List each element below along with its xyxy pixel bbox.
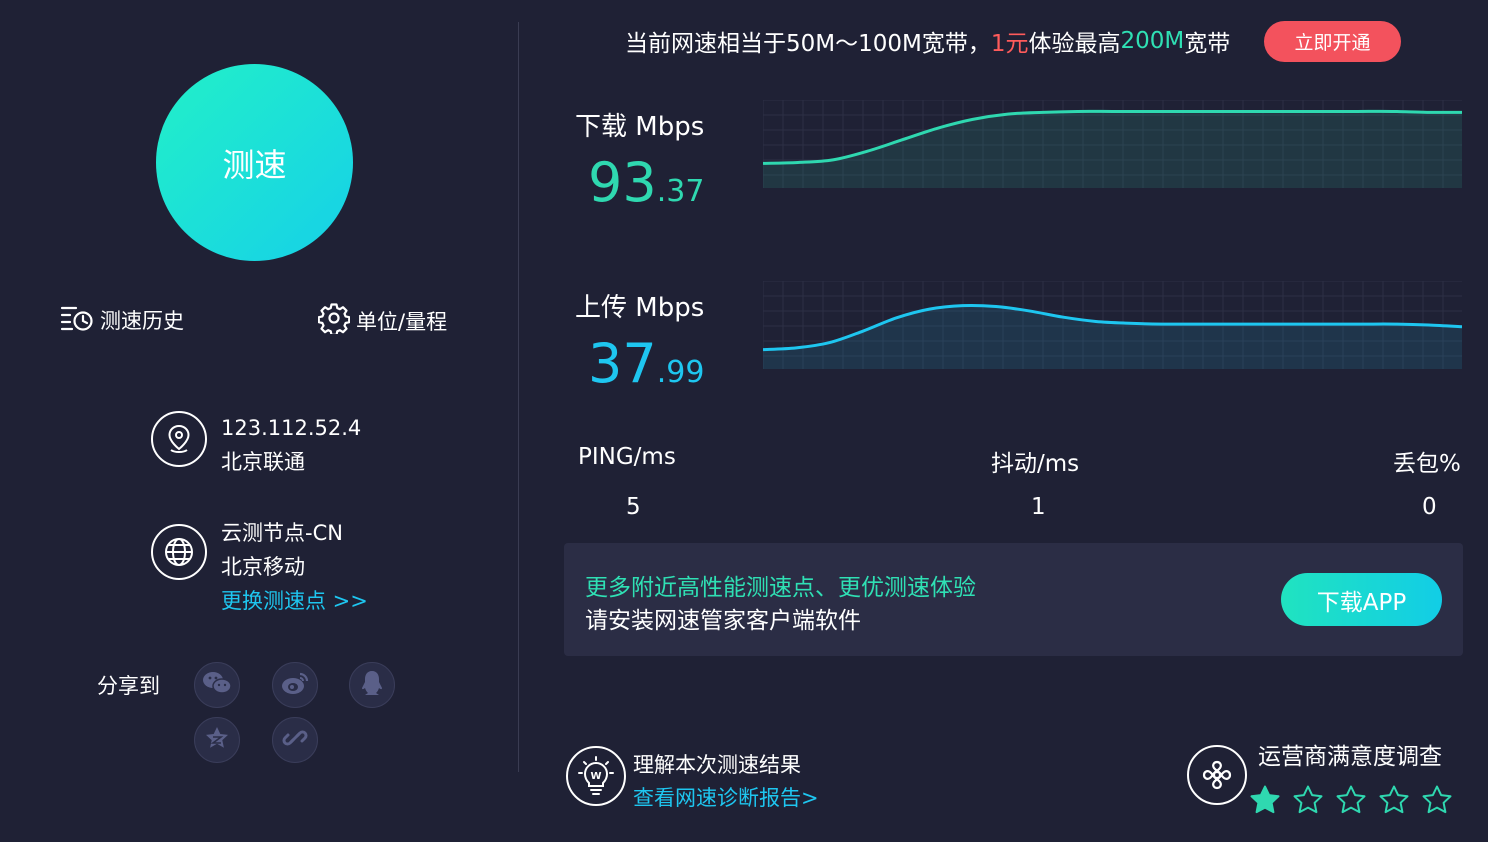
banner-middle: 体验最高 (1028, 31, 1121, 57)
download-speed-int: 93 (588, 151, 657, 214)
loss-value: 0 (1422, 494, 1437, 520)
jitter-label: 抖动/ms (991, 451, 1080, 477)
history-button[interactable]: 测速历史 (60, 302, 184, 337)
download-speed: 93.37 (588, 156, 704, 219)
ping-label: PING/ms (578, 444, 676, 470)
panel-divider (518, 22, 519, 772)
report-link[interactable]: 查看网速诊断报告> (633, 782, 819, 812)
banner-suffix: 宽带 (1184, 31, 1231, 57)
upload-label: 上传 Mbps (575, 293, 705, 323)
start-test-label: 测速 (222, 145, 287, 184)
download-label: 下载 Mbps (575, 112, 705, 142)
wechat-icon (202, 670, 232, 700)
open-now-button[interactable]: 立即开通 (1264, 21, 1401, 62)
qq-share-button[interactable] (349, 662, 395, 708)
rating-star-icon[interactable] (1421, 784, 1453, 816)
weibo-share-button[interactable] (272, 662, 318, 708)
upgrade-banner: 当前网速相当于50M～100M宽带， 1元 体验最高 200M 宽带 (625, 24, 1230, 58)
banner-prefix: 当前网速相当于50M～100M宽带， (625, 31, 991, 57)
node-name: 云测节点-CN (221, 521, 343, 545)
download-speed-dec: .37 (656, 174, 705, 209)
units-button[interactable]: 单位/量程 (317, 302, 448, 339)
wechat-share-button[interactable] (194, 662, 240, 708)
rating-star-icon[interactable] (1378, 784, 1410, 816)
link-icon (282, 725, 308, 755)
banner-highlight: 200M (1120, 28, 1185, 54)
download-chart (763, 100, 1462, 188)
download-app-button[interactable]: 下载APP (1281, 573, 1442, 626)
rating-star-icon[interactable] (1292, 784, 1324, 816)
node-isp: 北京移动 (221, 555, 305, 579)
ping-value: 5 (626, 494, 641, 520)
lightbulb-icon: W (566, 746, 626, 806)
upload-speed-int: 37 (588, 332, 657, 395)
svg-text:W: W (590, 771, 601, 782)
start-test-button[interactable]: 测速 (156, 64, 353, 261)
promo-card: 更多附近高性能测速点、更优测速体验 请安装网速管家客户端软件 下载APP (564, 543, 1463, 656)
star-icon (203, 724, 231, 756)
isp-name: 北京联通 (221, 450, 305, 474)
unicom-logo-icon (1187, 745, 1247, 805)
units-label: 单位/量程 (356, 309, 448, 334)
promo-subtext: 请安装网速管家客户端软件 (585, 608, 861, 634)
banner-price: 1元 (990, 31, 1029, 57)
qq-icon (360, 669, 384, 701)
upload-speed: 37.99 (588, 337, 704, 400)
ip-info: 123.112.52.4 北京联通 (151, 411, 361, 479)
upload-speed-dec: .99 (656, 355, 705, 390)
loss-label: 丢包% (1393, 451, 1461, 477)
understand-title: 理解本次测速结果 (633, 753, 801, 777)
copy-link-button[interactable] (272, 717, 318, 763)
rating-star-icon[interactable] (1335, 784, 1367, 816)
ip-address: 123.112.52.4 (221, 416, 362, 440)
promo-headline: 更多附近高性能测速点、更优测速体验 (585, 575, 976, 601)
change-node-link[interactable]: 更换测速点 >> (221, 584, 368, 618)
history-icon (60, 302, 94, 337)
history-label: 测速历史 (100, 308, 184, 333)
node-info: 云测节点-CN 北京移动 更换测速点 >> (151, 516, 368, 618)
qzone-share-button[interactable] (194, 717, 240, 763)
weibo-icon (280, 670, 310, 700)
satisfaction-rating (1249, 784, 1453, 816)
gear-icon (317, 302, 351, 339)
upload-curve-area (763, 305, 1462, 369)
share-label: 分享到 (97, 674, 160, 698)
jitter-value: 1 (1031, 494, 1046, 520)
location-pin-icon (151, 411, 207, 467)
rating-star-icon[interactable] (1249, 784, 1281, 816)
survey-title: 运营商满意度调查 (1258, 744, 1442, 770)
globe-icon (151, 524, 207, 580)
upload-chart (763, 281, 1462, 369)
